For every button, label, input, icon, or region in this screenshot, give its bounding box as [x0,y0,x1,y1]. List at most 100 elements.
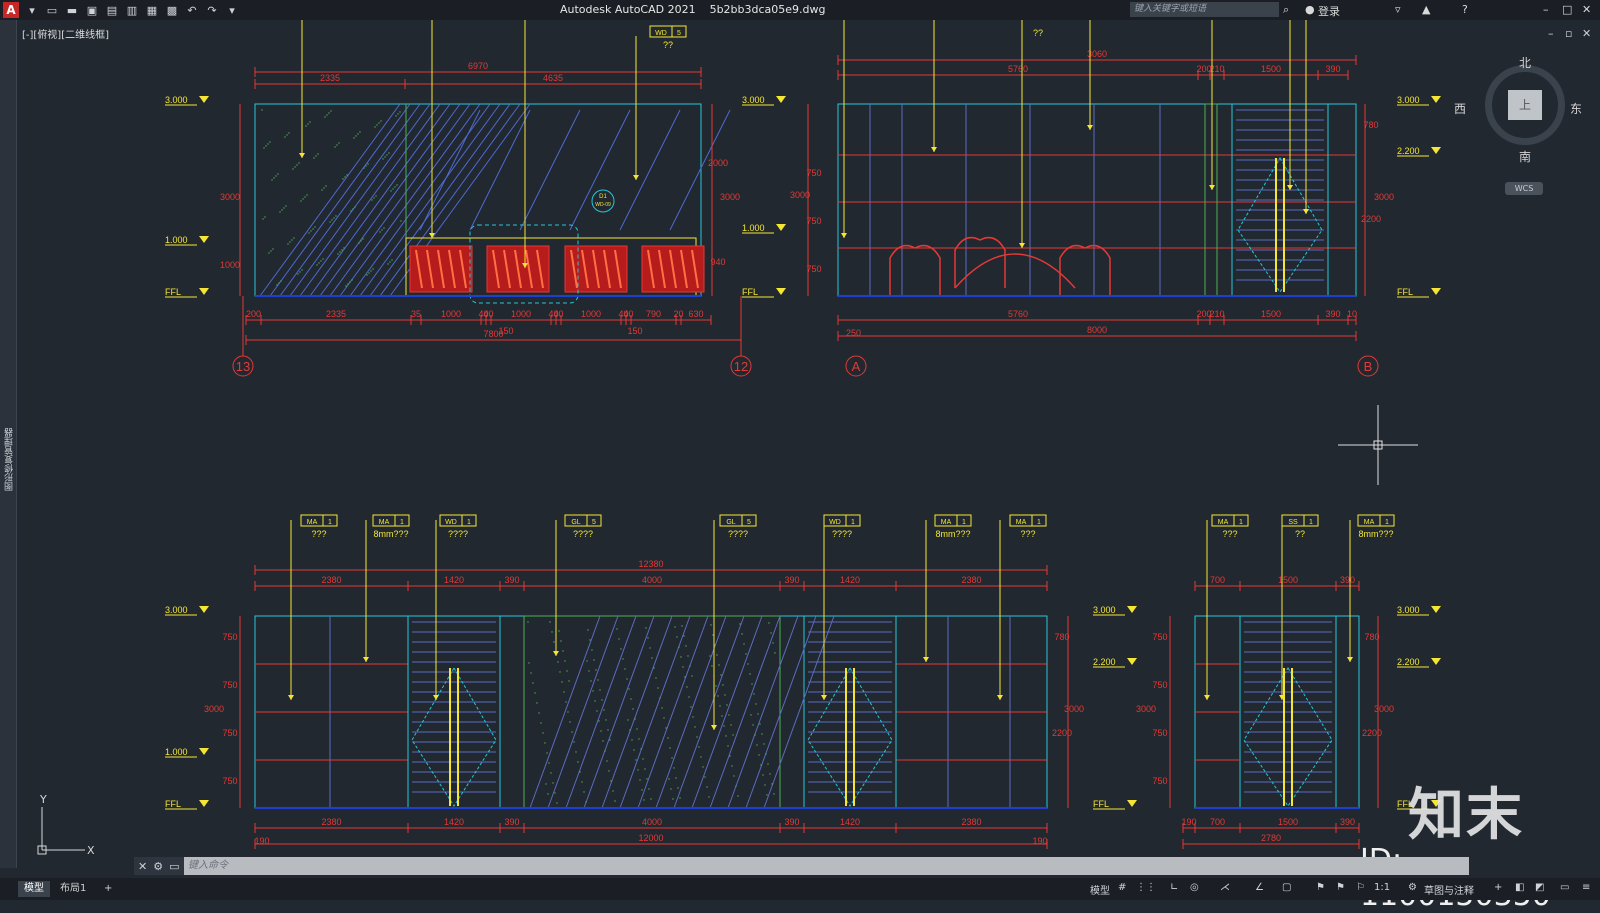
redo-icon[interactable]: ↷ [205,3,219,17]
help-icon[interactable]: ? [1462,3,1468,16]
selection-cycling-icon[interactable]: ▢ [1282,882,1291,893]
elev1-top-dim-text: 6970 [468,61,488,71]
close-icon[interactable]: ✕ [1582,3,1591,16]
login-link[interactable]: 登录 [1318,3,1340,19]
stone-speckle [670,788,672,790]
stone-speckle [694,726,696,728]
autoscale-icon[interactable]: ⚑ [1336,882,1345,893]
workspace-gear-icon[interactable]: ⚙ [1408,882,1417,893]
stone-speckle [560,640,562,642]
save-as-icon[interactable]: ▤ [105,3,119,17]
tab-layout1[interactable]: 布局1 [54,881,92,897]
maximize-icon[interactable]: □ [1562,3,1572,16]
search-input[interactable]: 键入关键字或短语 [1130,2,1279,17]
left-palette[interactable]: 图形修复管理器 [0,20,17,868]
autocad-logo-icon[interactable]: A [3,2,19,18]
level-triangle [1431,658,1441,665]
stone-speckle [685,645,687,647]
cart-icon[interactable]: ▿ [1395,3,1401,16]
dimension-text: 3000 [1374,192,1394,202]
drawing-recovery-label[interactable]: 图形修复管理器 [3,428,15,491]
stone-speckle [774,652,776,654]
stone-speckle [758,754,760,756]
stone-speckle [355,135,357,137]
viewcube[interactable]: 上 北 南 西 东 [1454,56,1582,164]
publish-icon[interactable]: ▥ [125,3,139,17]
stone-speckle [761,733,763,735]
polar-icon[interactable]: ◎ [1190,882,1199,893]
level-marker: 3.000 [165,95,188,105]
compass-north[interactable]: 北 [1519,54,1531,71]
annotation-visibility-icon[interactable]: ⚑ [1316,882,1325,893]
open-folder-icon[interactable]: ▬ [65,3,79,17]
annotation-scale-icon[interactable]: ⚐ [1356,882,1365,893]
hardware-accel-icon[interactable]: ◩ [1535,882,1544,893]
plot-preview-icon[interactable]: ▦ [145,3,159,17]
grid-icon[interactable]: # [1118,882,1126,893]
command-line-tools: ✕ ⚙ ▭ [134,857,184,875]
compass-west[interactable]: 西 [1454,100,1466,117]
isolate-objects-icon[interactable]: ◧ [1515,882,1524,893]
compass-east[interactable]: 东 [1570,100,1582,117]
compass-south[interactable]: 南 [1519,148,1531,165]
ortho-icon[interactable]: ∟ [1170,882,1178,893]
autodesk-a360-icon[interactable]: ▲ [1422,3,1430,16]
viewport-close-icon[interactable]: ✕ [1582,27,1591,40]
stone-speckle [342,178,344,180]
command-line[interactable]: ✕ ⚙ ▭ 键入命令 [134,857,1469,875]
viewport-minimize-icon[interactable]: – [1548,27,1554,40]
leader-arrow [433,695,439,700]
stone-speckle [359,131,361,133]
otrack-icon[interactable]: ∠ [1255,882,1264,893]
add-layout-button[interactable]: + [98,881,118,897]
drawing-canvas[interactable]: 3.000 1.000 FFL 3.000 1.000 FFL D1 WD-09 6970 233… [17,20,1467,855]
stone-speckle [391,259,393,261]
customize-icon[interactable]: ⚙ [153,860,163,873]
stone-speckle [601,699,603,701]
viewcube-top-face[interactable]: 上 [1508,90,1542,120]
stone-speckle [764,784,766,786]
stone-speckle [527,621,529,623]
annotation-monitor-icon[interactable]: + [1494,882,1502,893]
stone-speckle [722,684,724,686]
recent-commands-icon[interactable]: ▭ [169,860,179,873]
minimize-icon[interactable]: – [1543,3,1549,16]
search-icon[interactable]: ⌕ [1283,3,1289,17]
stone-speckle [299,271,301,273]
stone-speckle [644,768,646,770]
clean-screen-icon[interactable]: ▭ [1560,882,1569,893]
stone-speckle [741,633,743,635]
stone-speckle [554,792,556,794]
material-tag-code: WD [445,519,457,526]
elev1-bottom-dim-text: 35 [411,309,421,319]
viewport-restore-icon[interactable]: ▫ [1565,27,1572,40]
stone-speckle [395,115,397,117]
model-space-toggle[interactable]: 模型 [1090,882,1110,897]
stone-speckle [730,724,732,726]
stone-speckle [306,194,308,196]
snap-icon[interactable]: ⋮⋮ [1136,882,1156,893]
user-icon[interactable]: ● [1305,3,1315,16]
axis-label: B [1364,359,1373,374]
stone-speckle [556,802,558,804]
customization-menu-icon[interactable]: ≡ [1582,882,1590,893]
stone-speckle [585,801,587,803]
new-file-icon[interactable]: ▭ [45,3,59,17]
osnap-icon[interactable]: ⋌ [1220,882,1230,893]
undo-icon[interactable]: ↶ [185,3,199,17]
annotation-scale-value[interactable]: 1:1 [1374,882,1390,893]
print-icon[interactable]: ▩ [165,3,179,17]
command-input[interactable]: 键入命令 [184,857,1469,875]
close-command-icon[interactable]: ✕ [138,860,147,873]
stone-speckle [629,729,631,731]
tab-model[interactable]: 模型 [18,881,50,897]
level-marker: 2.200 [1093,657,1116,667]
wcs-menu[interactable]: WCS [1505,182,1543,195]
stone-speckle [339,251,341,253]
workspace-switch[interactable]: 草图与注释 [1424,882,1474,897]
app-menu-chevron-icon[interactable]: ▾ [25,3,39,17]
customize-toolbar-icon[interactable]: ▾ [225,3,239,17]
stone-speckle [599,689,601,691]
save-icon[interactable]: ▣ [85,3,99,17]
stone-speckle [766,794,768,796]
